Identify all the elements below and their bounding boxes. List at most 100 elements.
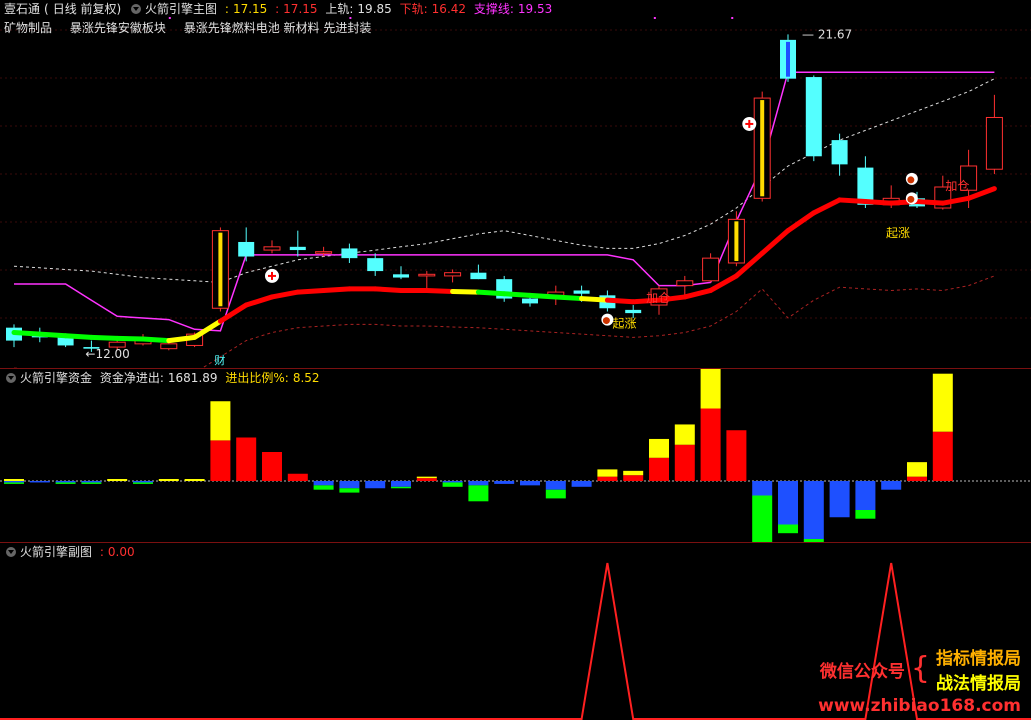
fund-out-bar: [778, 481, 798, 525]
sector-tags: 矿物制品 暴涨先锋安徽板块 暴涨先锋燃料电池 新材料 先进封装: [4, 19, 385, 36]
ma-line-segment: [88, 334, 120, 341]
fund-in-bar: [674, 444, 695, 481]
fund-out-bar: [4, 481, 24, 483]
signal-icon: [907, 195, 915, 203]
fund-out-bar: [365, 481, 386, 489]
fund-indicator-name[interactable]: 火箭引擎资金: [20, 371, 92, 385]
main-header: 壹石通(日线 前复权) 火箭引擎主图 :17.15 :17.15 上轨: 19.8…: [4, 2, 553, 16]
fund-in-bar: [649, 457, 669, 481]
ma-line-segment: [114, 335, 146, 342]
highlight-bar: [734, 221, 739, 261]
collapse-icon[interactable]: [131, 4, 142, 14]
ma-line-segment: [63, 333, 94, 340]
candle-body: [805, 77, 822, 157]
ma-line-segment: [11, 330, 43, 337]
ma-line-segment: [424, 287, 456, 294]
fund-in-bar-top: [597, 469, 618, 477]
ma-line-segment: [501, 291, 533, 298]
collapse-icon[interactable]: [6, 547, 16, 557]
candle-body: [367, 258, 384, 272]
fund-out-bar: [855, 481, 876, 510]
sub-chart-panel[interactable]: 火箭引擎副图 :0.00 微信公众号 { 指标情报局 战法情报局 www.zhi…: [0, 543, 1031, 720]
upper-label: 上轨: [325, 2, 350, 16]
signal-label: 起涨: [613, 316, 637, 331]
stock-name[interactable]: 壹石通: [4, 2, 40, 16]
ma-line-segment: [269, 289, 301, 300]
fund-out-bar-bottom: [442, 482, 463, 487]
ma-line-segment: [759, 228, 791, 256]
candle-body: [160, 343, 178, 350]
fund-out-bar-bottom: [391, 486, 411, 489]
collapse-icon[interactable]: [6, 373, 16, 383]
lower-value: 16.42: [431, 2, 467, 16]
net-value: 1681.89: [167, 371, 218, 385]
fund-out-bar: [29, 481, 50, 483]
candle-body: [625, 309, 642, 314]
fund-in-bar: [726, 430, 747, 481]
fund-out-bar-bottom: [133, 482, 153, 484]
fund-in-bar-top: [932, 373, 953, 432]
ma-line-segment: [166, 334, 198, 344]
ratio-label: 进出比例%: [225, 371, 285, 385]
fund-out-bar: [545, 481, 566, 490]
candle-body: [238, 241, 255, 257]
fund-in-bar-top: [184, 479, 205, 481]
support-value: 19.53: [517, 2, 553, 16]
fund-in-bar: [287, 473, 308, 481]
upper-band-line: [13, 78, 995, 283]
fund-in-bar: [623, 475, 644, 481]
fund-in-bar-top: [907, 462, 927, 477]
fund-out-bar-bottom: [855, 510, 876, 519]
ma-line-segment: [579, 296, 610, 303]
ma-line-segment: [527, 292, 559, 300]
ratio-value: 8.52: [292, 371, 320, 385]
candle-body: [263, 246, 281, 251]
signal-label: 起涨: [886, 225, 910, 240]
fund-chart-canvas[interactable]: [0, 369, 1031, 542]
candle-body: [393, 274, 409, 278]
sector-tag[interactable]: 暴涨先锋安徽板块: [70, 21, 166, 35]
sector-tag[interactable]: 暴涨先锋燃料电池 新材料 先进封装: [184, 21, 372, 35]
ma-line-segment: [914, 199, 946, 206]
fund-out-bar: [55, 481, 76, 483]
fund-out-bar-bottom: [55, 482, 76, 484]
fund-out-bar: [468, 481, 489, 486]
top-dot: [731, 17, 734, 19]
net-label: 资金净进出: [99, 371, 160, 385]
fund-in-bar: [416, 478, 437, 481]
fund-in-bar: [210, 440, 231, 481]
low-price-label: ←12.00: [85, 347, 129, 361]
ma-line-segment: [372, 286, 404, 293]
fund-header: 火箭引擎资金 资金净进出: 1681.89 进出比例%: 8.52: [4, 370, 324, 386]
upper-value: 19.85: [357, 2, 392, 16]
fund-out-bar-bottom: [752, 495, 773, 542]
main-chart-canvas[interactable]: — 21.67←12.00 财加仓起涨加仓起涨: [0, 0, 1031, 368]
fund-in-bar-top: [107, 479, 128, 481]
wechat-label: 微信公众号: [819, 661, 905, 682]
fund-out-bar-bottom: [81, 482, 102, 484]
sub-indicator-name[interactable]: 火箭引擎副图: [20, 545, 92, 559]
candle-body: [985, 116, 1003, 170]
fund-in-bar: [236, 437, 257, 481]
fund-out-bar-bottom: [468, 485, 489, 502]
chart-mode[interactable]: 日线 前复权: [53, 2, 117, 16]
candle-body: [573, 290, 590, 294]
fund-out-bar: [803, 481, 824, 539]
fund-in-bar-top: [649, 438, 669, 458]
fund-in-bar: [907, 476, 927, 481]
main-indicator-name[interactable]: 火箭引擎主图: [145, 2, 217, 16]
signal-label: 加仓: [945, 179, 969, 193]
fund-in-bar: [700, 408, 721, 481]
fund-out-bar-bottom: [4, 482, 24, 484]
fund-out-bar: [520, 481, 540, 486]
ma-line-segment: [243, 294, 275, 308]
signal-icon: [907, 176, 915, 184]
candle-body: [289, 246, 306, 251]
ma-line-segment: [475, 289, 507, 297]
main-chart-panel[interactable]: — 21.67 ←12.00 财加仓 起涨 加仓 起涨 壹石通(日线 前复权) 火箭引擎主…: [0, 0, 1031, 368]
fund-chart-panel[interactable]: 火箭引擎资金 资金净进出: 1681.89 进出比例%: 8.52: [0, 369, 1031, 542]
fund-out-bar: [81, 481, 102, 483]
sector-tag[interactable]: 矿物制品: [4, 21, 52, 35]
fund-out-bar: [829, 481, 850, 518]
fund-out-bar: [339, 481, 360, 489]
